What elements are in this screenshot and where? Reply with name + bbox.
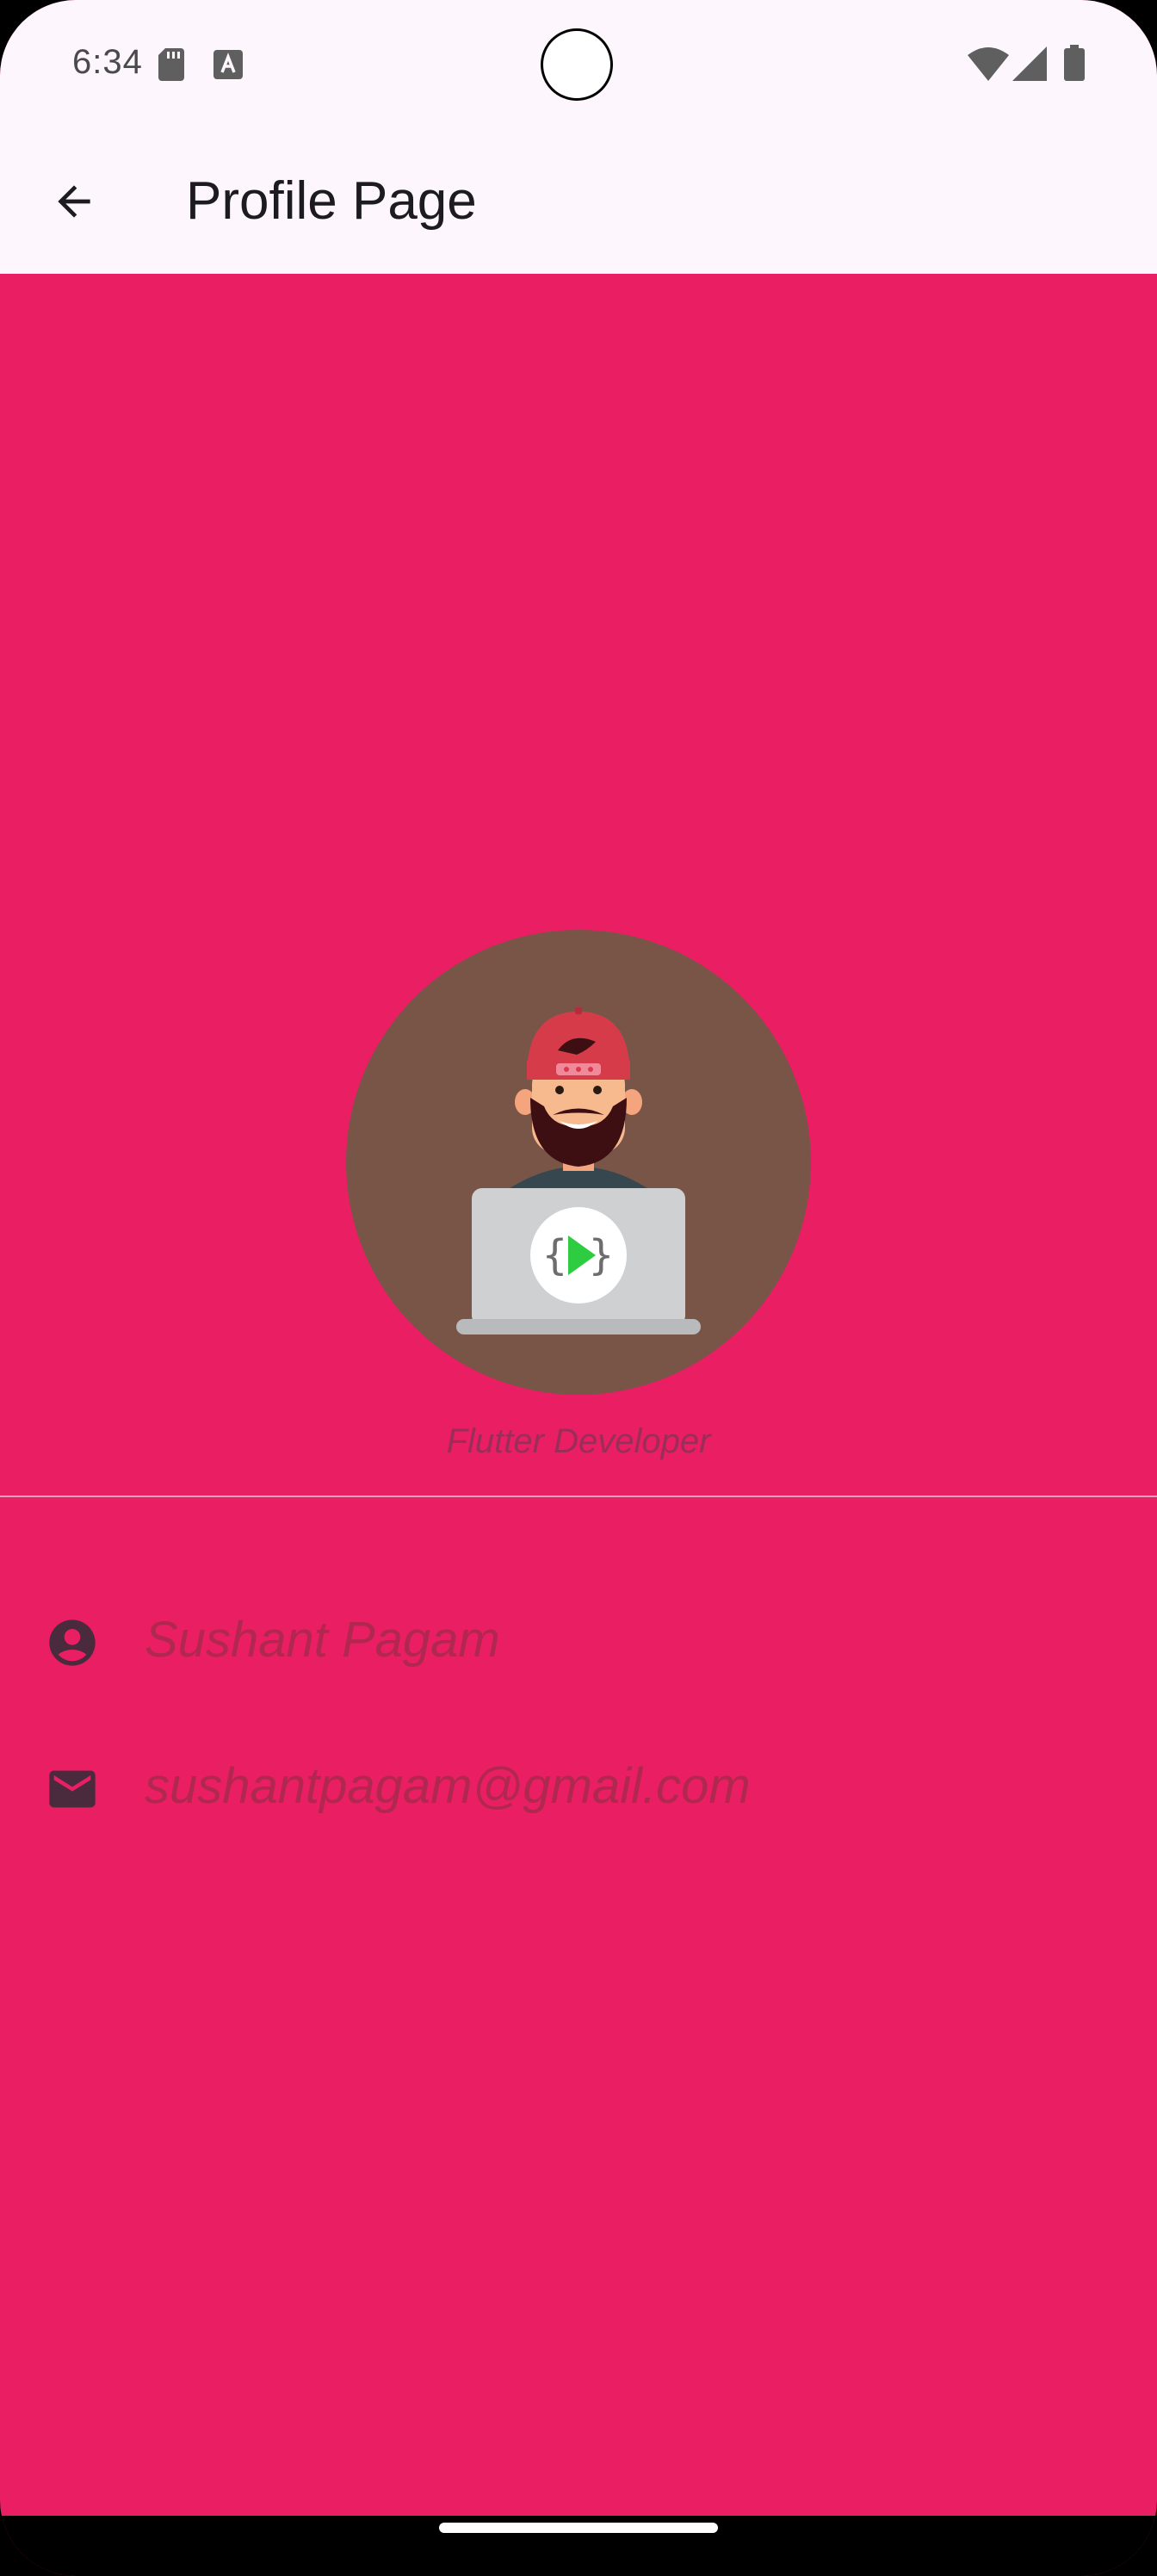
- front-camera: [541, 28, 613, 101]
- signal-icon: [1012, 46, 1047, 81]
- arrow-back-icon: [58, 185, 90, 218]
- developer-avatar-illustration: { }: [456, 1007, 701, 1334]
- status-time: 6:34: [72, 43, 143, 81]
- account-circle-icon: [49, 1619, 96, 1666]
- wifi-icon: [968, 47, 1009, 81]
- phone-screen: 6:34 Profile Page {} Flutter Developer …: [0, 0, 1157, 2576]
- app-bar: Profile Page: [0, 129, 1157, 274]
- name-row: Sushant Pagam: [0, 1589, 1157, 1693]
- profile-email: sushantpagam@gmail.com: [145, 1758, 751, 1814]
- svg-text:{: {: [542, 1231, 567, 1279]
- back-button[interactable]: [38, 165, 110, 238]
- status-bar: 6:34: [0, 0, 1157, 129]
- profile-avatar: { }: [346, 930, 811, 1395]
- mail-icon: [49, 1770, 96, 1808]
- profile-subtitle: Flutter Developer: [446, 1422, 711, 1460]
- page-title: Profile Page: [186, 171, 477, 231]
- profile-name: Sushant Pagam: [145, 1612, 500, 1668]
- home-indicator[interactable]: [439, 2523, 718, 2533]
- email-row: sushantpagam@gmail.com: [0, 1736, 1157, 1839]
- top-area: 6:34 Profile Page: [0, 0, 1157, 274]
- sd-card-icon: [158, 48, 184, 81]
- divider: [0, 1495, 1157, 1497]
- battery-icon: [1064, 45, 1085, 81]
- a-notification-icon: [213, 50, 243, 79]
